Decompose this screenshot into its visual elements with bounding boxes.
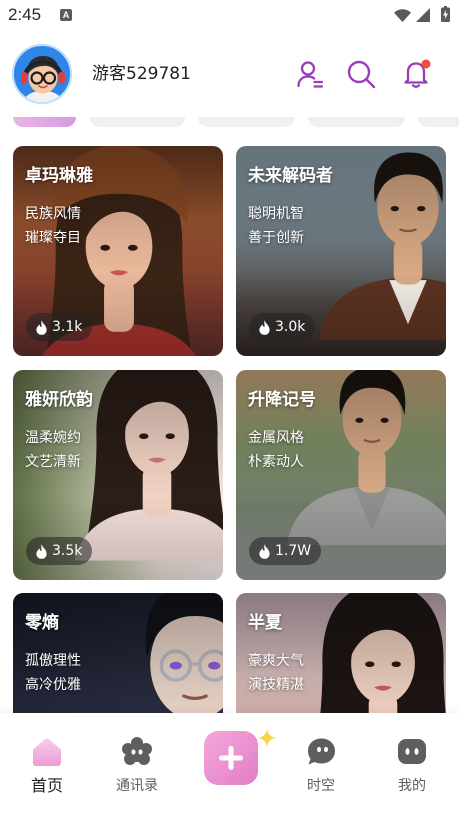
- signal-icon: [416, 8, 430, 22]
- card-title: 雅妍欣韵: [25, 390, 93, 410]
- popularity-count: 1.7W: [275, 543, 312, 559]
- create-button[interactable]: [204, 731, 258, 785]
- popularity-count: 3.5k: [52, 543, 83, 559]
- nav-label-space-time: 时空: [307, 778, 335, 794]
- character-card[interactable]: 卓玛琳雅 民族风情 璀璨夺目 3.1k: [13, 146, 223, 356]
- card-tag: 金属风格: [248, 430, 304, 446]
- notification-app-icon: A: [60, 9, 72, 21]
- search-icon[interactable]: [346, 59, 376, 89]
- plus-icon: [219, 746, 243, 770]
- top-area: 2:45 A 游客529781: [0, 0, 459, 117]
- popularity-badge: 1.7W: [249, 537, 322, 565]
- status-time: 2:45: [8, 5, 42, 24]
- home-icon: [33, 738, 61, 766]
- username: 游客529781: [92, 64, 191, 84]
- contacts-icon: [122, 737, 152, 765]
- card-tag: 演技精湛: [248, 677, 304, 693]
- card-tag: 文艺清新: [25, 454, 81, 470]
- card-title: 卓玛琳雅: [25, 166, 93, 186]
- character-card[interactable]: 升降记号 金属风格 朴素动人 1.7W: [236, 370, 446, 580]
- fire-icon: [35, 544, 48, 559]
- card-tag: 善于创新: [248, 230, 304, 246]
- popularity-count: 3.0k: [275, 319, 306, 335]
- popularity-badge: 3.1k: [26, 313, 93, 341]
- fire-icon: [258, 320, 271, 335]
- nav-item-space-time[interactable]: 时空: [281, 713, 361, 813]
- contacts-user-icon[interactable]: [295, 59, 325, 89]
- card-title: 半夏: [248, 613, 282, 633]
- card-tag: 璀璨夺目: [25, 230, 81, 246]
- popularity-count: 3.1k: [52, 319, 83, 335]
- chat-bubble-icon: [308, 738, 335, 765]
- sparkle-icon: [258, 729, 276, 747]
- fire-icon: [258, 544, 271, 559]
- nav-label-home: 首页: [30, 776, 63, 795]
- popularity-badge: 3.5k: [26, 537, 93, 565]
- app-screen: 2:45 A 游客529781 卓玛琳雅 民族风情 璀璨夺目 3.1k 未来解码…: [0, 0, 459, 817]
- card-tag: 朴素动人: [248, 454, 304, 470]
- card-tag: 豪爽大气: [248, 653, 304, 669]
- card-title: 未来解码者: [248, 166, 333, 186]
- nav-label-contacts: 通讯录: [116, 778, 158, 794]
- battery-charging-icon: [441, 6, 450, 22]
- nav-item-contacts[interactable]: 通讯录: [97, 713, 177, 813]
- bottom-navigation: 首页 通讯录 时空 我的: [0, 713, 459, 817]
- popularity-badge: 3.0k: [249, 313, 316, 341]
- profile-icon: [398, 739, 426, 764]
- card-tag: 民族风情: [25, 206, 81, 222]
- card-title: 零熵: [25, 613, 59, 633]
- card-tag: 聪明机智: [248, 206, 304, 222]
- card-tag: 温柔婉约: [25, 430, 81, 446]
- nav-item-home[interactable]: 首页: [7, 713, 87, 813]
- nav-item-me[interactable]: 我的: [372, 713, 452, 813]
- fire-icon: [35, 320, 48, 335]
- card-tag: 高冷优雅: [25, 677, 81, 693]
- notification-dot: [421, 59, 431, 69]
- character-card[interactable]: 雅妍欣韵 温柔婉约 文艺清新 3.5k: [13, 370, 223, 580]
- wifi-icon: [394, 9, 411, 22]
- user-avatar[interactable]: [12, 44, 72, 104]
- nav-label-me: 我的: [398, 778, 426, 794]
- card-title: 升降记号: [248, 390, 316, 410]
- card-tag: 孤傲理性: [25, 653, 81, 669]
- bell-icon[interactable]: [401, 58, 431, 88]
- character-card[interactable]: 未来解码者 聪明机智 善于创新 3.0k: [236, 146, 446, 356]
